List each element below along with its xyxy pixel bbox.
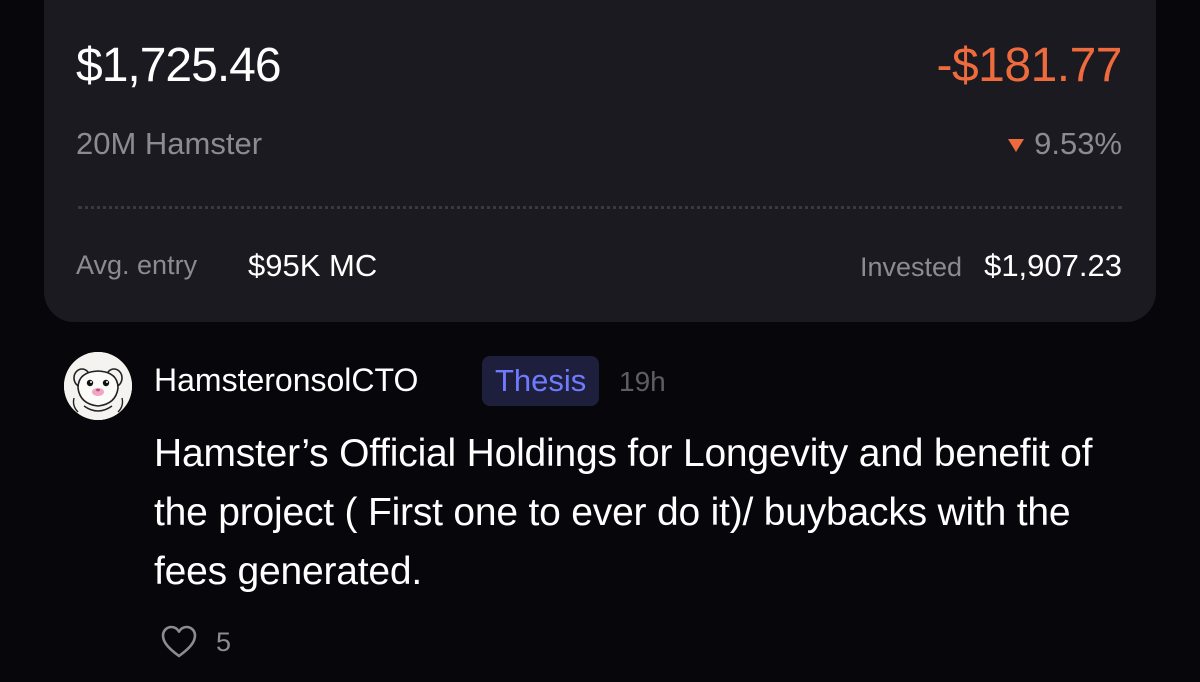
position-card[interactable]: $1,725.46 -$181.77 20M Hamster 9.53% Avg…: [44, 0, 1156, 322]
dotted-divider: [78, 206, 1122, 209]
like-button[interactable]: 5: [160, 624, 231, 660]
heart-outline-icon[interactable]: [160, 624, 198, 660]
pnl-amount: -$181.77: [936, 39, 1123, 92]
post-body-text: Hamster’s Official Holdings for Longevit…: [154, 432, 1093, 593]
token-amount: 20M Hamster: [76, 126, 263, 161]
hamster-avatar-icon[interactable]: [64, 352, 132, 420]
page: $1,725.46 -$181.77 20M Hamster 9.53% Avg…: [0, 0, 1200, 682]
pnl-percent: 9.53%: [1008, 126, 1122, 162]
position-value: $1,725.46: [76, 39, 282, 92]
avg-entry-value: $95K MC: [248, 248, 378, 283]
triangle-down-icon: [1008, 138, 1025, 152]
post-author-name[interactable]: HamsteronsolCTO: [154, 362, 418, 399]
invested-value: $1,907.23: [984, 248, 1122, 283]
post-timestamp: 19h: [619, 366, 666, 397]
like-count: 5: [216, 626, 232, 657]
pnl-percent-value: 9.53%: [1034, 126, 1122, 161]
avg-entry-label: Avg. entry: [76, 250, 198, 280]
thesis-tag-badge: Thesis: [482, 356, 600, 406]
invested-label: Invested: [860, 252, 963, 282]
invested-group: Invested $1,907.23: [860, 248, 1122, 284]
